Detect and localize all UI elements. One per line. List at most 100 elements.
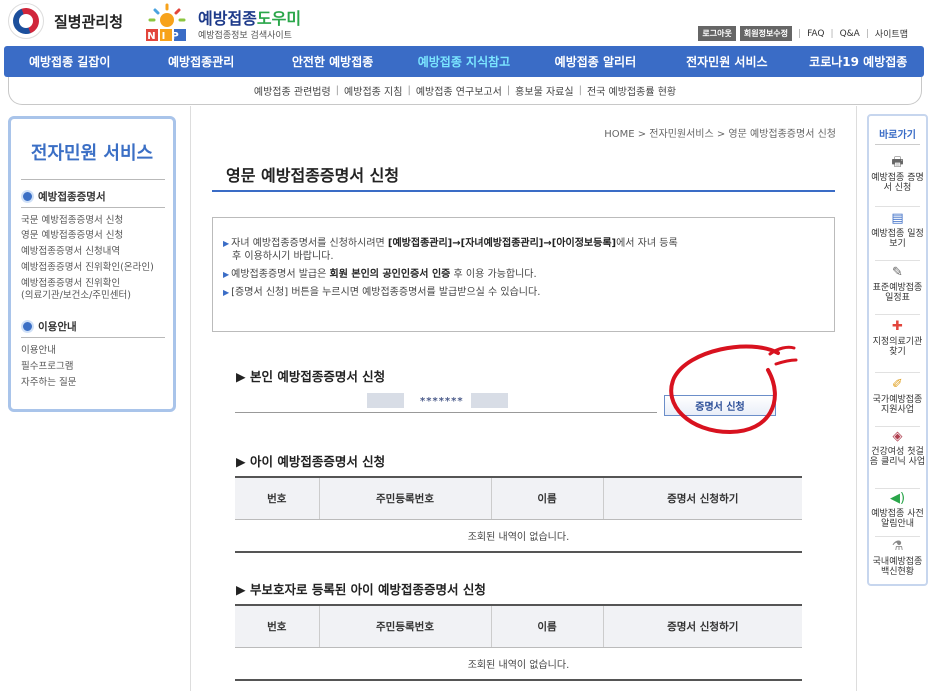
section-title-self: ▶ 본인 예방접종증명서 신청 bbox=[236, 369, 386, 384]
subnav-item-rates[interactable]: 전국 예방접종률 현황 bbox=[587, 83, 676, 98]
nav-item-knowledge[interactable]: 예방접종 지식참고 bbox=[398, 53, 529, 70]
sidebar-item-verify-online[interactable]: 예방접종증명서 진위확인(온라인) bbox=[21, 262, 154, 274]
red-circle-annotation bbox=[669, 344, 798, 435]
faq-link[interactable]: FAQ bbox=[807, 29, 824, 39]
section-title-child: ▶ 아이 예방접종증명서 신청 bbox=[236, 454, 386, 469]
content-right-border bbox=[856, 106, 857, 691]
edit-member-button[interactable]: 회원정보수정 bbox=[739, 26, 793, 41]
quick-link-pre-alert[interactable]: ◀) 예방접종 사전알림안내 bbox=[869, 491, 926, 530]
document-icon: ✐ bbox=[892, 377, 903, 392]
qa-link[interactable]: Q&A bbox=[840, 29, 860, 39]
info-text: 에서 자녀 등록 bbox=[616, 238, 678, 249]
guardian-certificate-table: 번호 주민등록번호 이름 증명서 신청하기 조회된 내역이 없습니다. bbox=[235, 604, 802, 681]
divider bbox=[21, 207, 165, 208]
quick-link-label: 건강여성 첫걸음 클리닉 사업 bbox=[869, 447, 926, 467]
pen-icon: ✎ bbox=[892, 265, 903, 280]
quick-link-label: 표준예방접종 일정표 bbox=[872, 283, 923, 303]
column-header: 이름 bbox=[490, 604, 603, 648]
calendar-icon: ▤ bbox=[891, 211, 904, 226]
quick-link-label: 예방접종 사전알림안내 bbox=[871, 509, 924, 529]
nav-item-covid19[interactable]: 코로나19 예방접종 bbox=[793, 53, 924, 70]
quick-link-standard-schedule[interactable]: ✎ 표준예방접종 일정표 bbox=[869, 265, 926, 304]
info-line-1-cont: 후 이용하시기 바랍니다. bbox=[232, 251, 334, 262]
sidebar-item-history[interactable]: 예방접종증명서 신청내역 bbox=[21, 246, 120, 258]
left-sidebar: 전자민원 서비스 예방접종증명서 국문 예방접종증명서 신청 영문 예방접종증명… bbox=[8, 116, 176, 412]
divider: | bbox=[407, 85, 411, 96]
nip-letters: NIP bbox=[147, 31, 184, 42]
column-header: 번호 bbox=[235, 604, 319, 648]
info-line-2: ▶ 예방접종증명서 발급은 회원 본인의 공인인증서 인증 후 이용 가능합니다. bbox=[223, 268, 537, 281]
sidebar-section-label: 이용안내 bbox=[38, 321, 77, 333]
nav-item-e-civil[interactable]: 전자민원 서비스 bbox=[661, 53, 792, 70]
logout-button[interactable]: 로그아웃 bbox=[698, 26, 736, 41]
sidebar-item-verify-offline[interactable]: 예방접종증명서 진위확인 bbox=[21, 278, 120, 290]
quick-link-women-clinic[interactable]: ◈ 건강여성 첫걸음 클리닉 사업 bbox=[869, 429, 926, 468]
divider bbox=[875, 488, 920, 489]
quick-link-national-support[interactable]: ✐ 국가예방접종 지원사업 bbox=[869, 377, 926, 416]
column-header: 증명서 신청하기 bbox=[602, 604, 802, 648]
sitemap-link[interactable]: 사이트맵 bbox=[875, 27, 908, 40]
nav-item-safety[interactable]: 안전한 예방접종 bbox=[267, 53, 398, 70]
divider bbox=[875, 260, 920, 261]
divider bbox=[21, 179, 165, 180]
sidebar-item-korean-cert[interactable]: 국문 예방접종증명서 신청 bbox=[21, 215, 123, 227]
subnav-item-guidelines[interactable]: 예방접종 지침 bbox=[344, 83, 402, 98]
org-name: 질병관리청 bbox=[54, 12, 124, 31]
sidebar-item-verify-offline-sub[interactable]: (의료기관/보건소/주민센터) bbox=[21, 290, 131, 302]
quick-link-label: 국가예방접종 지원사업 bbox=[872, 395, 923, 415]
sidebar-section-certificate: 예방접종증명서 bbox=[21, 189, 106, 204]
column-header: 주민등록번호 bbox=[318, 476, 491, 520]
quick-link-hospitals[interactable]: ✚ 지정의료기관 찾기 bbox=[869, 320, 926, 358]
divider: | bbox=[830, 28, 834, 39]
triangle-bullet-icon: ▶ bbox=[223, 270, 230, 279]
box-icon: ◈ bbox=[892, 429, 903, 444]
speaker-icon: ◀) bbox=[889, 491, 906, 506]
sidebar-title: 전자민원 서비스 bbox=[30, 143, 154, 164]
nav-item-management[interactable]: 예방접종관리 bbox=[135, 53, 266, 70]
quick-link-schedule[interactable]: ▤ 예방접종 일정보기 bbox=[869, 211, 926, 250]
sidebar-item-required-programs[interactable]: 필수프로그램 bbox=[21, 361, 73, 373]
subnav-item-research[interactable]: 예방접종 연구보고서 bbox=[416, 83, 502, 98]
divider: | bbox=[578, 85, 582, 96]
quick-link-label: 국내예방접종 백신현황 bbox=[872, 557, 923, 577]
info-box: ▶ 자녀 예방접종증명서를 신청하시려면 [예방접종관리]→[자녀예방접종관리]→… bbox=[212, 217, 835, 332]
title-divider bbox=[212, 190, 835, 192]
kdca-logo[interactable]: 질병관리청 bbox=[8, 3, 138, 39]
divider bbox=[875, 372, 920, 373]
breadcrumb: HOME > 전자민원서비스 > 영문 예방접종증명서 신청 bbox=[604, 129, 836, 140]
quick-link-certificate[interactable]: 🖶 예방접종 증명서 신청 bbox=[869, 156, 926, 194]
nav-item-alerts[interactable]: 예방접종 알리터 bbox=[530, 53, 661, 70]
site-title-main: 예방접종 bbox=[198, 9, 257, 28]
kdca-emblem-icon bbox=[8, 3, 44, 39]
empty-message: 조회된 내역이 없습니다. bbox=[235, 647, 802, 681]
info-line-1: ▶ 자녀 예방접종증명서를 신청하시려면 [예방접종관리]→[자녀예방접종관리]→… bbox=[223, 237, 678, 250]
divider bbox=[875, 206, 920, 207]
nip-logo[interactable]: NIP 예방접종도우미 예방접종정보 검색사이트 bbox=[144, 3, 314, 43]
content-left-border bbox=[190, 106, 191, 691]
subnav-item-laws[interactable]: 예방접종 관련법령 bbox=[254, 83, 331, 98]
circle-bullet-icon bbox=[21, 190, 34, 203]
info-text-bold: [예방접종관리]→[자녀예방접종관리]→[아이정보등록] bbox=[387, 238, 617, 249]
divider bbox=[875, 314, 920, 315]
sun-logo-icon: NIP bbox=[146, 3, 186, 42]
info-text-bold: 회원 본인의 공인인증서 인증 bbox=[329, 269, 451, 280]
sidebar-item-usage-guide[interactable]: 이용안내 bbox=[21, 345, 56, 357]
column-header: 증명서 신청하기 bbox=[602, 476, 802, 520]
sidebar-item-english-cert[interactable]: 영문 예방접종증명서 신청 bbox=[21, 230, 123, 242]
subnav-item-promo[interactable]: 홍보물 자료실 bbox=[515, 83, 573, 98]
info-text: 예방접종증명서 발급은 bbox=[231, 269, 330, 280]
divider bbox=[875, 536, 920, 537]
site-subtitle: 예방접종정보 검색사이트 bbox=[198, 31, 292, 41]
info-text: [증명서 신청] 버튼을 누르시면 예방접종증명서를 발급받으실 수 있습니다. bbox=[231, 287, 541, 298]
info-text: 자녀 예방접종증명서를 신청하시려면 bbox=[231, 238, 388, 249]
divider bbox=[875, 426, 920, 427]
quick-link-vaccine-status[interactable]: ⚗ 국내예방접종 백신현황 bbox=[869, 540, 926, 578]
site-title: 예방접종도우미 bbox=[198, 5, 301, 29]
triangle-bullet-icon: ▶ bbox=[223, 239, 230, 248]
quick-link-label: 예방접종 증명서 신청 bbox=[871, 173, 924, 193]
sidebar-item-faq[interactable]: 자주하는 질문 bbox=[21, 377, 76, 389]
sidebar-section-label: 예방접종증명서 bbox=[38, 191, 106, 203]
nav-item-guide[interactable]: 예방접종 길잡이 bbox=[4, 53, 135, 70]
child-certificate-table: 번호 주민등록번호 이름 증명서 신청하기 조회된 내역이 없습니다. bbox=[235, 476, 802, 553]
table-header-row: 번호 주민등록번호 이름 증명서 신청하기 bbox=[235, 604, 802, 648]
